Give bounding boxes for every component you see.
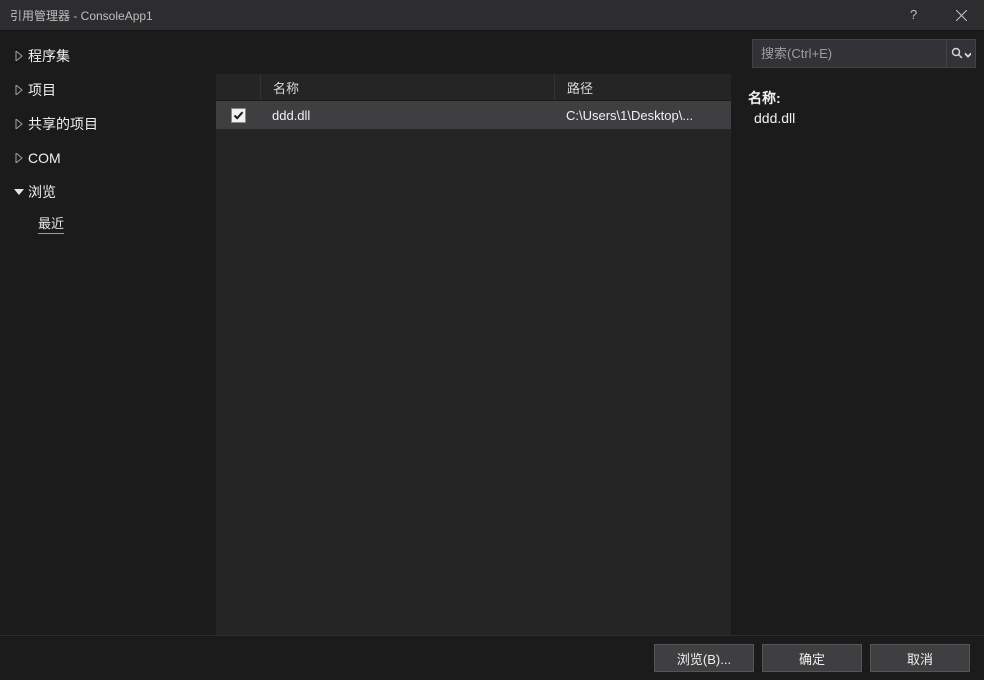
sidebar-item-label: 共享的项目 [28, 114, 98, 134]
cancel-button[interactable]: 取消 [870, 644, 970, 672]
dialog-footer: 浏览(B)... 确定 取消 [0, 635, 984, 680]
row-checkbox[interactable] [231, 108, 246, 123]
sidebar-item-shared-projects[interactable]: 共享的项目 [0, 107, 216, 141]
detail-name-label: 名称: [748, 88, 968, 108]
chevron-down-icon [10, 188, 28, 196]
sidebar-item-com[interactable]: COM [0, 141, 216, 175]
sidebar-subitem-label: 最近 [38, 213, 64, 234]
chevron-right-icon [10, 85, 28, 95]
window-title: 引用管理器 - ConsoleApp1 [0, 7, 892, 24]
sidebar-item-projects[interactable]: 项目 [0, 73, 216, 107]
search-box [752, 39, 976, 68]
sidebar-item-browse[interactable]: 浏览 [0, 175, 216, 209]
column-header-name[interactable]: 名称 [261, 74, 555, 100]
search-row [216, 31, 984, 74]
chevron-right-icon [10, 51, 28, 61]
sidebar: 程序集 项目 共享的项目 COM 浏览 最近 [0, 31, 216, 635]
detail-name-value: ddd.dll [748, 110, 968, 126]
row-checkbox-cell [216, 108, 260, 123]
row-name: ddd.dll [260, 108, 554, 123]
list-header: 名称 路径 [216, 74, 731, 101]
detail-pane: 名称: ddd.dll [732, 74, 984, 635]
sidebar-item-label: 程序集 [28, 46, 70, 66]
close-button[interactable] [938, 0, 984, 30]
ok-button[interactable]: 确定 [762, 644, 862, 672]
search-button[interactable] [946, 40, 975, 67]
search-input[interactable] [753, 46, 946, 61]
titlebar: 引用管理器 - ConsoleApp1 ? [0, 0, 984, 31]
reference-list: 名称 路径 ddd.dll C:\Users\1\Desktop\... [216, 74, 732, 635]
sidebar-item-label: COM [28, 150, 61, 166]
list-row[interactable]: ddd.dll C:\Users\1\Desktop\... [216, 101, 731, 129]
sidebar-item-label: 浏览 [28, 182, 56, 202]
chevron-right-icon [10, 153, 28, 163]
row-path: C:\Users\1\Desktop\... [554, 108, 731, 123]
help-button[interactable]: ? [892, 0, 938, 30]
check-icon [233, 110, 244, 121]
browse-button[interactable]: 浏览(B)... [654, 644, 754, 672]
column-header-check[interactable] [216, 74, 261, 100]
svg-text:?: ? [910, 8, 917, 22]
column-header-path[interactable]: 路径 [555, 74, 731, 100]
chevron-right-icon [10, 119, 28, 129]
sidebar-item-assemblies[interactable]: 程序集 [0, 39, 216, 73]
sidebar-subitem-recent[interactable]: 最近 [38, 209, 216, 237]
search-icon [951, 47, 971, 61]
sidebar-item-label: 项目 [28, 80, 56, 100]
